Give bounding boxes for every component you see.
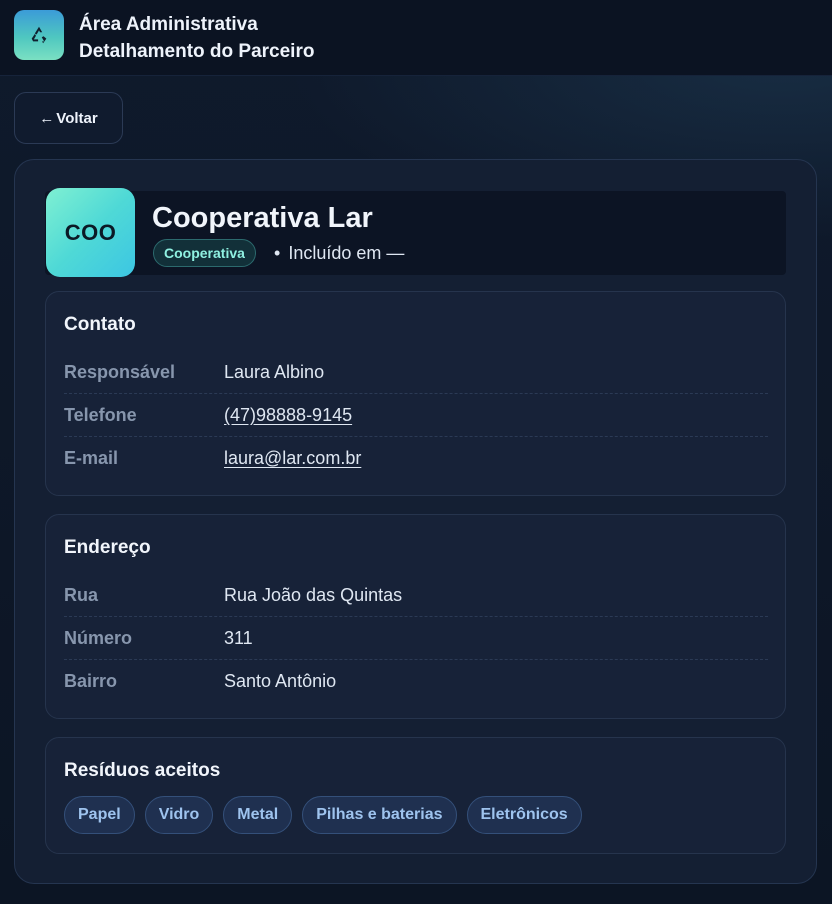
contact-section: Contato Responsável Laura Albino Telefon…	[45, 291, 786, 496]
row-value: 311	[224, 628, 253, 648]
address-row-neighborhood: Bairro Santo Antônio	[64, 660, 768, 703]
waste-section: Resíduos aceitos Papel Vidro Metal Pilha…	[45, 737, 786, 854]
header-subtitle: Detalhamento do Parceiro	[79, 41, 315, 62]
address-row-street: Rua Rua João das Quintas	[64, 574, 768, 617]
bullet-separator: •	[274, 243, 281, 263]
waste-chip: Papel	[64, 796, 135, 834]
included-info: • Incluído em —	[274, 243, 404, 264]
contact-row-responsible: Responsável Laura Albino	[64, 351, 768, 394]
included-date: Incluído em —	[288, 243, 405, 263]
avatar: COO	[46, 188, 135, 277]
header-title: Área Administrativa	[79, 14, 258, 35]
waste-chip: Metal	[223, 796, 293, 834]
recycle-icon	[14, 10, 64, 60]
address-title: Endereço	[64, 537, 151, 558]
email-link[interactable]: laura@lar.com.br	[224, 448, 361, 469]
waste-chip: Pilhas e baterias	[302, 796, 457, 834]
row-label: E-mail	[64, 448, 119, 468]
row-label: Bairro	[64, 671, 118, 691]
row-value: Santo Antônio	[224, 671, 337, 691]
contact-title: Contato	[64, 314, 136, 335]
back-button[interactable]: ← Voltar	[14, 92, 123, 144]
partner-card: COO Cooperativa Lar Cooperativa • Incluíd…	[14, 159, 817, 884]
contact-row-email: E-mail laura@lar.com.br	[64, 437, 768, 480]
row-label: Número	[64, 628, 133, 648]
row-label: Telefone	[64, 405, 137, 425]
waste-chips: Papel Vidro Metal Pilhas e baterias Elet…	[64, 796, 582, 834]
waste-title: Resíduos aceitos	[64, 760, 221, 781]
waste-chip: Vidro	[144, 796, 214, 834]
partner-type-badge: Cooperativa	[153, 239, 256, 267]
row-value: Rua João das Quintas	[224, 585, 403, 605]
waste-chip: Eletrônicos	[466, 796, 582, 834]
app-title: Área Administrativa Detalhamento do Parc…	[79, 11, 314, 65]
phone-link[interactable]: (47)98888-9145	[224, 405, 352, 426]
partner-name: Cooperativa Lar	[152, 202, 373, 234]
row-label: Rua	[64, 585, 99, 605]
address-row-number: Número 311	[64, 617, 768, 660]
address-section: Endereço Rua Rua João das Quintas Número…	[45, 514, 786, 719]
back-button-label: Voltar	[56, 109, 98, 127]
contact-row-phone: Telefone (47)98888-9145	[64, 394, 768, 437]
top-bar: Área Administrativa Detalhamento do Parc…	[0, 0, 832, 76]
row-value: Laura Albino	[224, 362, 325, 382]
row-label: Responsável	[64, 362, 176, 382]
arrow-left-icon: ←	[39, 109, 55, 127]
